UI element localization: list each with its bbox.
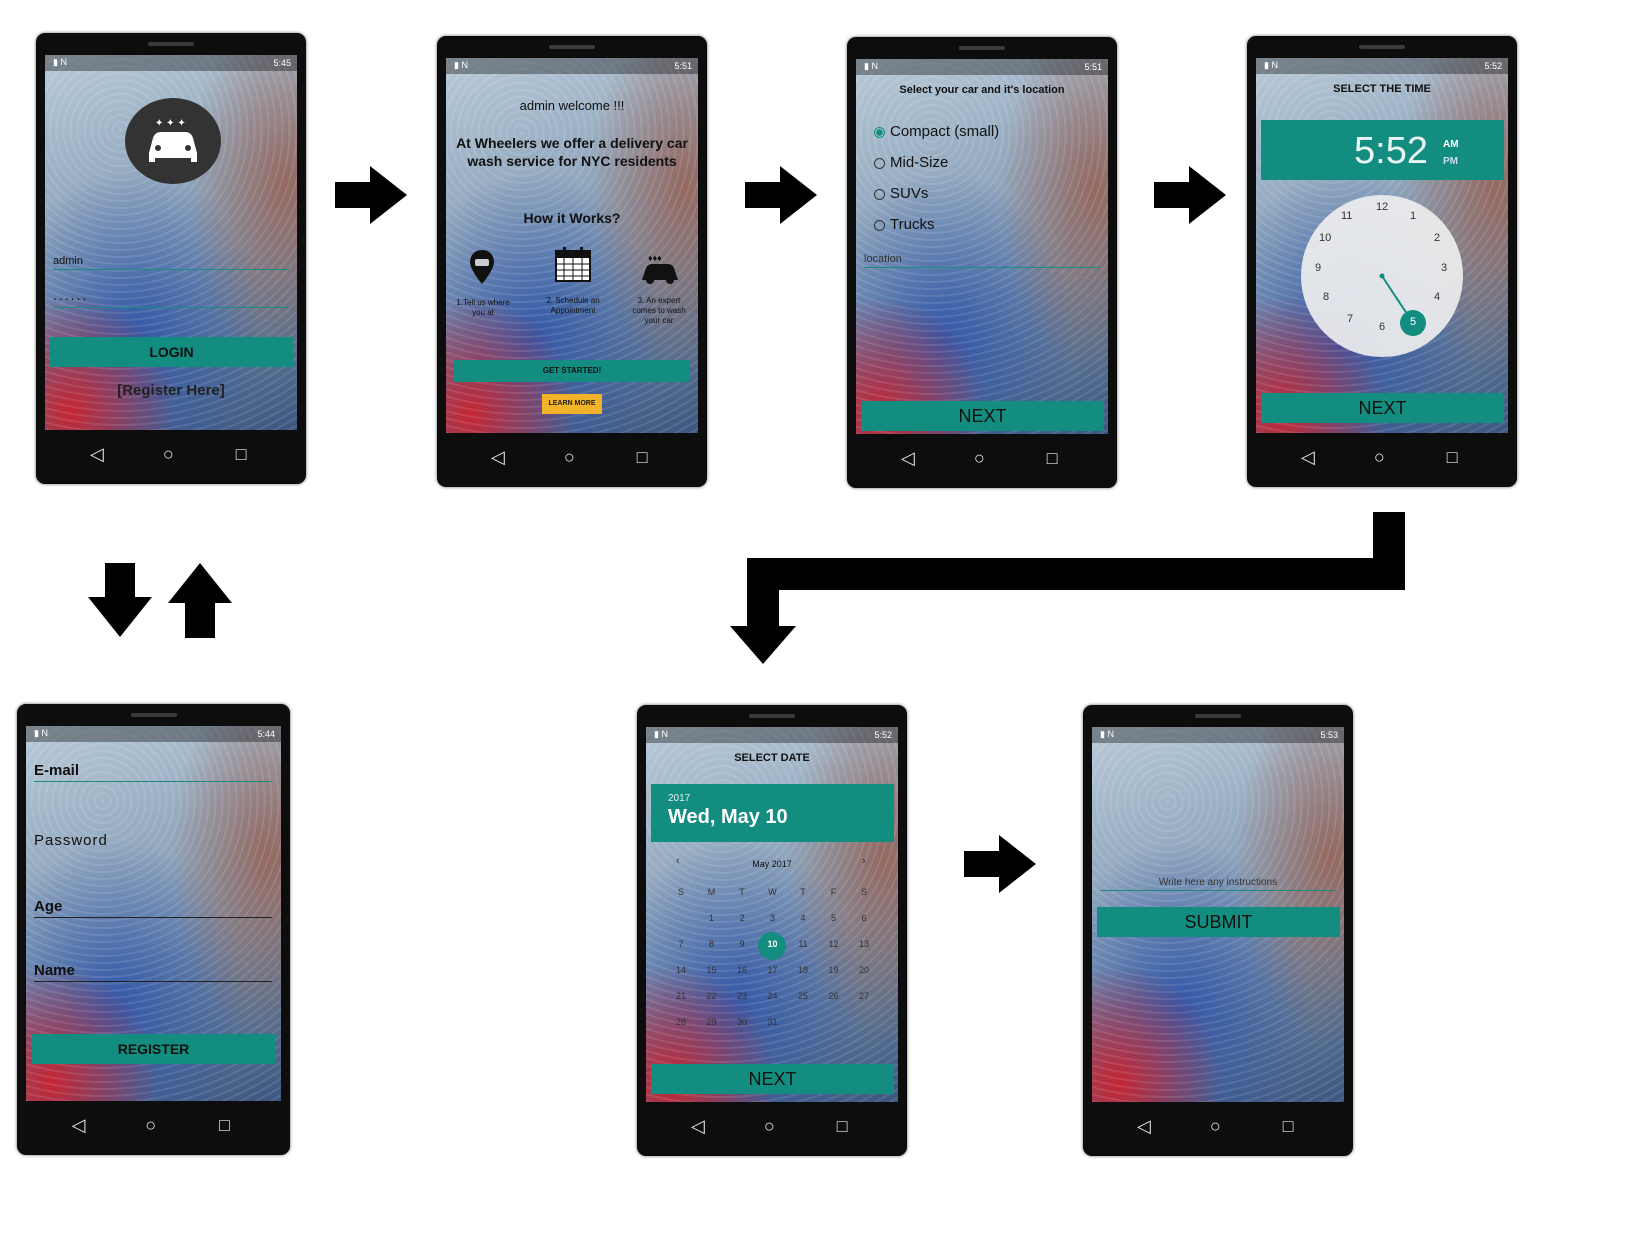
arrow-right-3 (1154, 166, 1226, 224)
arrow-up-right (168, 563, 232, 638)
arrow-elbow (730, 512, 1405, 664)
arrow-right-4 (964, 835, 1036, 893)
arrow-right-1 (335, 166, 407, 224)
arrow-down-left (88, 563, 152, 637)
arrow-right-2 (745, 166, 817, 224)
flow-arrows (88, 166, 1405, 893)
